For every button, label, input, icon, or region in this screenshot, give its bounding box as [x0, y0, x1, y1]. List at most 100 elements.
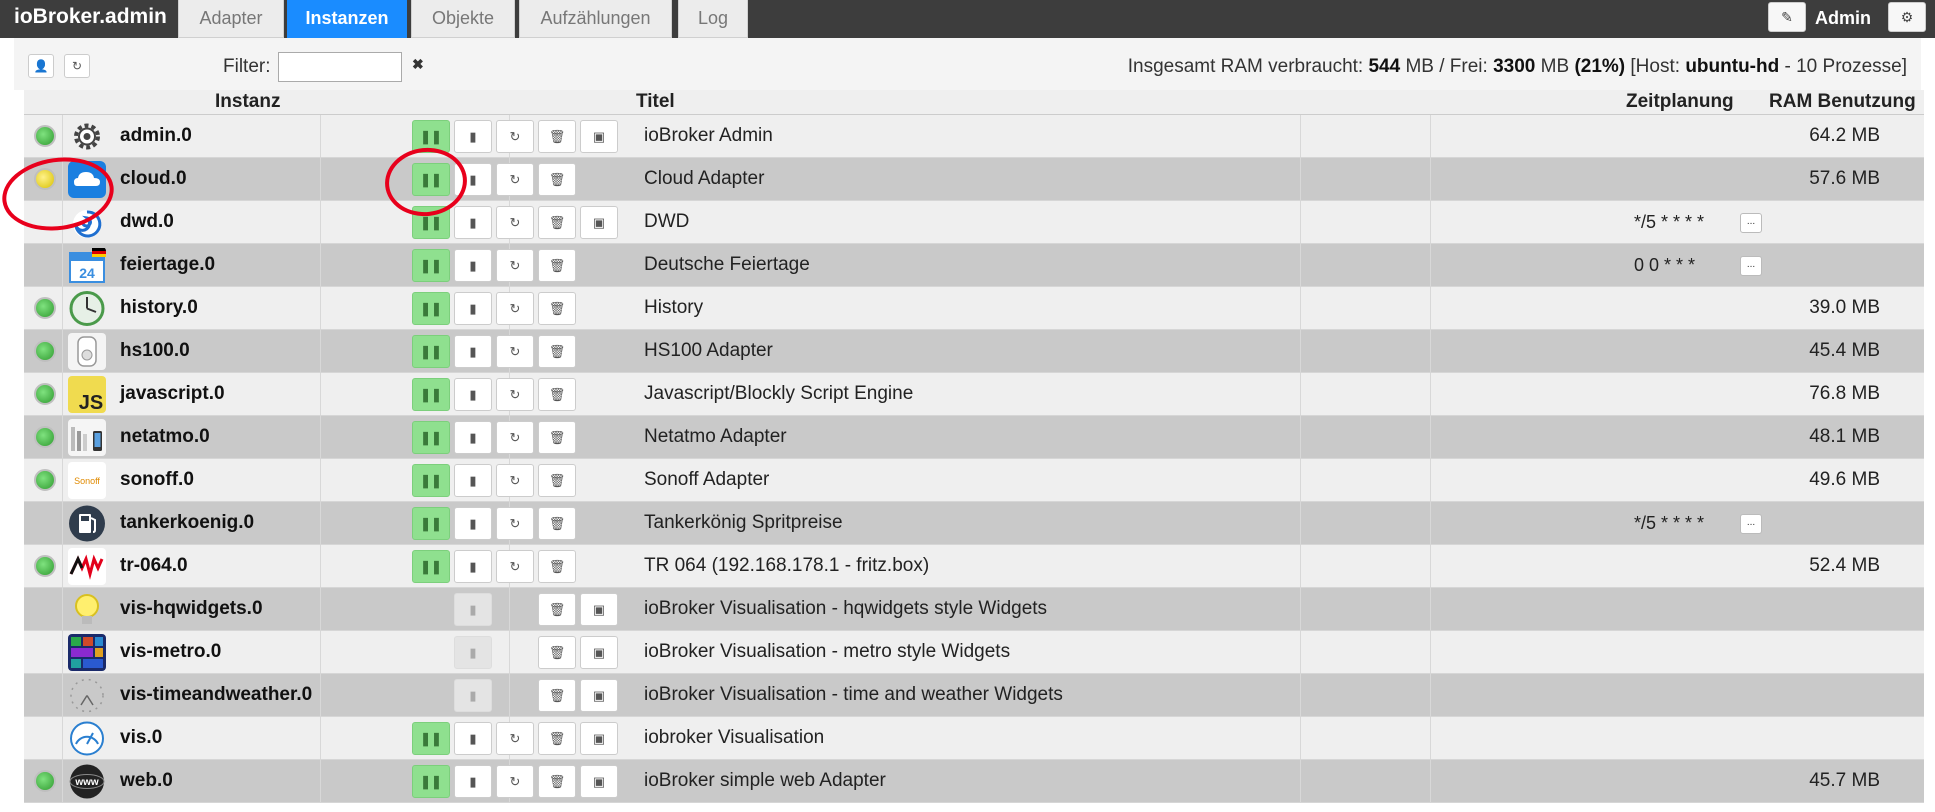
- restart-button[interactable]: ↻: [496, 464, 534, 497]
- pause-button[interactable]: ❚❚: [412, 249, 450, 282]
- edit-schedule-button[interactable]: ...: [1740, 256, 1762, 276]
- status-indicator-green[interactable]: [34, 555, 56, 577]
- settings-button[interactable]: ▮: [454, 636, 492, 669]
- column-header-instance[interactable]: Instanz: [215, 90, 280, 114]
- open-web-button[interactable]: ▣: [580, 679, 618, 712]
- pause-button[interactable]: ❚❚: [412, 507, 450, 540]
- column-header-title[interactable]: Titel: [636, 90, 675, 114]
- status-indicator-green[interactable]: [34, 297, 56, 319]
- delete-button[interactable]: 🗑: [538, 550, 576, 583]
- delete-button[interactable]: 🗑: [538, 421, 576, 454]
- status-indicator-green[interactable]: [34, 383, 56, 405]
- settings-button[interactable]: ▮: [454, 163, 492, 196]
- delete-button[interactable]: 🗑: [538, 120, 576, 153]
- open-web-button[interactable]: ▣: [580, 593, 618, 626]
- instance-name[interactable]: vis.0: [120, 717, 162, 759]
- tab-log[interactable]: Log: [678, 0, 748, 38]
- pause-button[interactable]: ❚❚: [412, 765, 450, 798]
- tab-aufzaehlungen[interactable]: Aufzählungen: [519, 0, 672, 38]
- instance-name[interactable]: dwd.0: [120, 201, 174, 243]
- pause-button[interactable]: ❚❚: [412, 722, 450, 755]
- pause-button[interactable]: ❚❚: [412, 163, 450, 196]
- open-web-button[interactable]: ▣: [580, 765, 618, 798]
- instance-name[interactable]: admin.0: [120, 115, 192, 157]
- settings-button[interactable]: ▮: [454, 335, 492, 368]
- tab-adapter[interactable]: Adapter: [178, 0, 284, 38]
- tab-instanzen[interactable]: Instanzen: [287, 0, 407, 38]
- settings-button[interactable]: ▮: [454, 550, 492, 583]
- edit-schedule-button[interactable]: ...: [1740, 213, 1762, 233]
- delete-button[interactable]: 🗑: [538, 507, 576, 540]
- restart-button[interactable]: ↻: [496, 206, 534, 239]
- status-indicator-green[interactable]: [34, 469, 56, 491]
- restart-button[interactable]: ↻: [496, 120, 534, 153]
- settings-button[interactable]: ▮: [454, 679, 492, 712]
- status-indicator-green[interactable]: [34, 340, 56, 362]
- instance-name[interactable]: history.0: [120, 287, 198, 329]
- restart-button[interactable]: ↻: [496, 550, 534, 583]
- settings-button[interactable]: ▮: [454, 292, 492, 325]
- status-indicator-green[interactable]: [34, 770, 56, 792]
- delete-button[interactable]: 🗑: [538, 292, 576, 325]
- restart-button[interactable]: ↻: [496, 765, 534, 798]
- instance-name[interactable]: vis-timeandweather.0: [120, 674, 312, 716]
- settings-button[interactable]: ▮: [454, 421, 492, 454]
- delete-button[interactable]: 🗑: [538, 249, 576, 282]
- filter-clear-icon[interactable]: ✖: [412, 56, 424, 73]
- settings-button[interactable]: ▮: [454, 249, 492, 282]
- pause-button[interactable]: ❚❚: [412, 464, 450, 497]
- open-web-button[interactable]: ▣: [580, 120, 618, 153]
- settings-button[interactable]: ▮: [454, 722, 492, 755]
- edit-button[interactable]: ✎: [1768, 2, 1806, 32]
- pause-button[interactable]: ❚❚: [412, 378, 450, 411]
- restart-button[interactable]: ↻: [496, 292, 534, 325]
- restart-button[interactable]: ↻: [496, 249, 534, 282]
- restart-button[interactable]: ↻: [496, 335, 534, 368]
- settings-button[interactable]: ▮: [454, 464, 492, 497]
- instance-name[interactable]: cloud.0: [120, 158, 187, 200]
- settings-button[interactable]: ▮: [454, 378, 492, 411]
- instance-name[interactable]: web.0: [120, 760, 173, 802]
- open-web-button[interactable]: ▣: [580, 722, 618, 755]
- settings-button[interactable]: ▮: [454, 206, 492, 239]
- pause-button[interactable]: ❚❚: [412, 550, 450, 583]
- settings-button[interactable]: ▮: [454, 120, 492, 153]
- delete-button[interactable]: 🗑: [538, 163, 576, 196]
- instance-name[interactable]: vis-metro.0: [120, 631, 221, 673]
- pause-button[interactable]: ❚❚: [412, 120, 450, 153]
- status-indicator-green[interactable]: [34, 125, 56, 147]
- expert-mode-button[interactable]: 👤: [28, 54, 54, 78]
- delete-button[interactable]: 🗑: [538, 206, 576, 239]
- instance-name[interactable]: sonoff.0: [120, 459, 194, 501]
- delete-button[interactable]: 🗑: [538, 464, 576, 497]
- column-header-ram[interactable]: RAM Benutzung: [1769, 90, 1916, 114]
- settings-button[interactable]: ⚙: [1888, 2, 1926, 32]
- pause-button[interactable]: ❚❚: [412, 421, 450, 454]
- instance-name[interactable]: javascript.0: [120, 373, 225, 415]
- instance-name[interactable]: tankerkoenig.0: [120, 502, 254, 544]
- status-indicator-green[interactable]: [34, 426, 56, 448]
- settings-button[interactable]: ▮: [454, 765, 492, 798]
- delete-button[interactable]: 🗑: [538, 765, 576, 798]
- delete-button[interactable]: 🗑: [538, 335, 576, 368]
- instance-name[interactable]: vis-hqwidgets.0: [120, 588, 263, 630]
- pause-button[interactable]: ❚❚: [412, 292, 450, 325]
- filter-input[interactable]: [278, 52, 402, 82]
- delete-button[interactable]: 🗑: [538, 593, 576, 626]
- open-web-button[interactable]: ▣: [580, 206, 618, 239]
- delete-button[interactable]: 🗑: [538, 378, 576, 411]
- restart-button[interactable]: ↻: [496, 722, 534, 755]
- settings-button[interactable]: ▮: [454, 593, 492, 626]
- delete-button[interactable]: 🗑: [538, 679, 576, 712]
- instance-name[interactable]: hs100.0: [120, 330, 190, 372]
- restart-button[interactable]: ↻: [496, 378, 534, 411]
- instance-name[interactable]: tr-064.0: [120, 545, 188, 587]
- restart-button[interactable]: ↻: [496, 507, 534, 540]
- open-web-button[interactable]: ▣: [580, 636, 618, 669]
- settings-button[interactable]: ▮: [454, 507, 492, 540]
- delete-button[interactable]: 🗑: [538, 722, 576, 755]
- restart-button[interactable]: ↻: [496, 421, 534, 454]
- instance-name[interactable]: netatmo.0: [120, 416, 210, 458]
- status-indicator-yellow[interactable]: [34, 168, 56, 190]
- restart-button[interactable]: ↻: [496, 163, 534, 196]
